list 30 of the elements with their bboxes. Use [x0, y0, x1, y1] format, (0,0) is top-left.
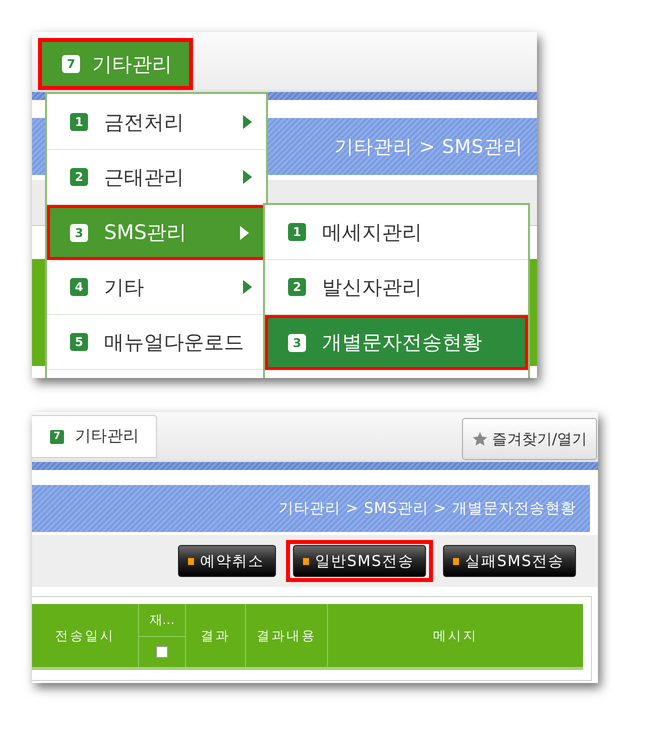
action-button[interactable]: 예약취소: [178, 545, 276, 577]
submenu-item[interactable]: 3 개별문자전송현황: [265, 315, 528, 370]
number-badge: 7: [62, 55, 80, 73]
square-bullet-icon: [188, 558, 194, 564]
menu-item[interactable]: 3 SMS관리: [47, 205, 266, 260]
number-badge: 1: [288, 223, 306, 241]
number-badge: 7: [50, 430, 64, 444]
star-icon: [472, 431, 488, 447]
number-badge: 2: [70, 168, 88, 186]
number-badge: 3: [70, 224, 88, 242]
number-badge: 5: [70, 333, 88, 351]
checkbox[interactable]: [156, 646, 168, 658]
column-header: 전송일시: [32, 604, 139, 667]
number-badge: 2: [288, 278, 306, 296]
column-header: 결과내용: [246, 604, 328, 667]
action-button[interactable]: 일반SMS전송: [293, 545, 426, 577]
action-button[interactable]: 실패SMS전송: [443, 545, 576, 577]
column-header: 재...: [139, 604, 185, 637]
number-badge: 1: [70, 113, 88, 131]
breadcrumb: 기타관리 > SMS관리 > 개별문자전송현황: [278, 499, 576, 518]
menu-tab[interactable]: 7 기타관리: [32, 415, 157, 458]
column-header: 메시지: [432, 628, 479, 646]
number-badge: 3: [288, 334, 306, 352]
column-header: 결과: [186, 604, 246, 667]
square-bullet-icon: [453, 558, 459, 564]
breadcrumb: 기타관리 > SMS관리: [334, 134, 523, 160]
favorites-button[interactable]: 즐겨찾기/열기: [462, 418, 597, 460]
number-badge: 4: [70, 278, 88, 296]
menu-tab[interactable]: 7 기타관리: [38, 38, 193, 90]
square-bullet-icon: [303, 558, 309, 564]
